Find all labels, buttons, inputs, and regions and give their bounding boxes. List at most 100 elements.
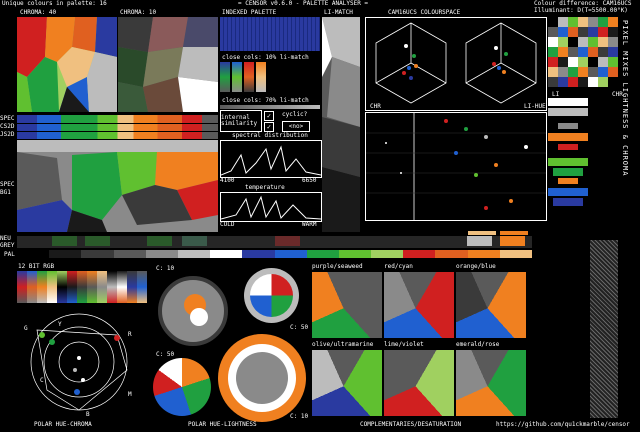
pixel-mix-cell bbox=[588, 57, 598, 67]
pixel-mix-cell bbox=[578, 67, 588, 77]
pixel-mix-cell bbox=[568, 67, 578, 77]
cam16ucs-label: CAM16UCS COLOURSPACE bbox=[388, 9, 461, 16]
chr-label: CHR bbox=[370, 103, 381, 110]
pixel-mix-cell bbox=[588, 27, 598, 37]
indexed-palette-grid[interactable] bbox=[220, 17, 320, 51]
rgb12-column bbox=[117, 271, 127, 303]
polar-c10-b bbox=[218, 334, 306, 422]
c50b-label: C: 50 bbox=[156, 351, 175, 358]
lightness-chroma-ladder bbox=[548, 98, 618, 228]
palette-swatch bbox=[371, 250, 404, 258]
pixel-mix-cell bbox=[558, 77, 568, 87]
similarity-checkbox[interactable]: ✓ bbox=[264, 122, 274, 132]
pixel-mix-cell bbox=[608, 77, 618, 87]
cold-label: COLD bbox=[220, 221, 235, 228]
spectrum-bars bbox=[17, 115, 218, 139]
chroma-10-map bbox=[118, 17, 218, 112]
pal-label: PAL bbox=[4, 251, 15, 258]
pixel-mix-cell bbox=[598, 57, 608, 67]
grey-label: GREY bbox=[0, 242, 15, 249]
neutral-grey-strip bbox=[17, 236, 532, 248]
pixel-mix-cell bbox=[598, 47, 608, 57]
internal-similarity-button[interactable]: internal similarity bbox=[220, 110, 262, 132]
complementary-pair: olive/ultramarine bbox=[312, 342, 382, 418]
polar-c10-a bbox=[158, 276, 228, 346]
pixel-mix-cell bbox=[598, 67, 608, 77]
close-cols-10-grid bbox=[220, 62, 320, 94]
close-cols-10-label: close cols: 10% li-match bbox=[222, 54, 309, 61]
polar-hue-chroma-label: POLAR HUE-CHROMA bbox=[34, 421, 92, 428]
pixel-mix-cell bbox=[548, 27, 558, 37]
pixel-mix-cell bbox=[598, 77, 608, 87]
app-title: = CENSOR v0.6.0 - PALETTE ANALYSER = bbox=[238, 0, 369, 7]
pixel-mix-cell bbox=[568, 27, 578, 37]
complementary-pair: red/cyan bbox=[384, 264, 454, 340]
rgb12-column bbox=[47, 271, 57, 303]
cyclic-no-button[interactable]: <no> bbox=[282, 121, 310, 132]
pixel-mix-cell bbox=[568, 77, 578, 87]
pixel-mix-cell bbox=[608, 57, 618, 67]
pixel-mix-cell bbox=[578, 37, 588, 47]
palette-swatch bbox=[81, 250, 114, 258]
pixel-mix-cell bbox=[608, 17, 618, 27]
pixel-mix-cell bbox=[568, 17, 578, 27]
c10a-label: C: 10 bbox=[156, 265, 175, 272]
cyclic-label: cyclic? bbox=[282, 111, 308, 118]
bg1-label: BG1 bbox=[0, 189, 11, 196]
rgb12-column bbox=[17, 271, 27, 303]
pixel-mix-cell bbox=[588, 17, 598, 27]
complementary-swatch bbox=[312, 350, 382, 416]
pixel-mix-cell bbox=[608, 27, 618, 37]
cam16ucs-plot bbox=[365, 17, 547, 111]
github-link[interactable]: https://github.com/qu1ckmarble/censor bbox=[496, 422, 630, 428]
complementary-pair-label: red/cyan bbox=[384, 263, 413, 270]
pixel-mix-cell bbox=[548, 37, 558, 47]
complementary-pair-label: lime/violet bbox=[384, 341, 424, 348]
palette-swatch bbox=[49, 250, 82, 258]
palette-swatch bbox=[435, 250, 468, 258]
spec-label: SPEC bbox=[0, 115, 15, 122]
complementary-swatch bbox=[456, 272, 526, 338]
lightness-chroma-hatch bbox=[590, 240, 618, 418]
illuminant-label: Illuminant: D(T=5500.00°K) bbox=[534, 7, 628, 14]
pixel-mix-cell bbox=[568, 47, 578, 57]
palette-swatch bbox=[467, 250, 500, 258]
pixel-mix-cell bbox=[608, 37, 618, 47]
chroma-10-label: CHROMA: 10 bbox=[120, 9, 157, 16]
cyclic-checkbox[interactable]: ✓ bbox=[264, 111, 274, 121]
palette-strip bbox=[17, 250, 532, 258]
palette-swatch bbox=[210, 250, 243, 258]
pixel-mix-cell bbox=[548, 67, 558, 77]
spec-bg1-map bbox=[17, 140, 218, 232]
rgb12-column bbox=[87, 271, 97, 303]
rgb12-label: 12 BIT RGB bbox=[18, 263, 55, 270]
hue-label-r: R bbox=[128, 331, 132, 338]
complementary-pair: emerald/rose bbox=[456, 342, 526, 418]
temperature-plot bbox=[220, 192, 322, 222]
complementary-swatch bbox=[312, 272, 382, 338]
rgb12-column bbox=[107, 271, 117, 303]
palette-swatch bbox=[403, 250, 436, 258]
pixel-mix-cell bbox=[578, 17, 588, 27]
temperature-label: temperature bbox=[245, 184, 285, 191]
li-match-label: LI-MATCH bbox=[324, 9, 353, 16]
pixel-mix-cell bbox=[558, 27, 568, 37]
pixel-mix-cell bbox=[548, 47, 558, 57]
rgb12-column bbox=[27, 271, 37, 303]
pixel-mix-cell bbox=[588, 37, 598, 47]
palette-swatch bbox=[17, 250, 50, 258]
pixel-mix-palette-grid bbox=[548, 17, 618, 87]
pal-highlight-2 bbox=[500, 231, 528, 235]
palette-swatch bbox=[499, 250, 532, 258]
spectral-distribution-label: spectral distribution bbox=[232, 132, 308, 139]
pixel-mix-cell bbox=[578, 77, 588, 87]
pixel-mix-cell bbox=[568, 57, 578, 67]
spectral-max: 6650 bbox=[302, 177, 317, 184]
rgb12-column bbox=[137, 271, 147, 303]
pixel-mix-cell bbox=[568, 37, 578, 47]
complementaries-grid: purple/seaweed red/cyan orange/blue olive/u… bbox=[312, 264, 528, 419]
bar-divider-2 bbox=[17, 131, 218, 132]
complementary-pair-label: olive/ultramarine bbox=[312, 341, 374, 348]
pixel-mix-cell bbox=[548, 57, 558, 67]
cs2d-label: CS2D bbox=[0, 123, 15, 130]
